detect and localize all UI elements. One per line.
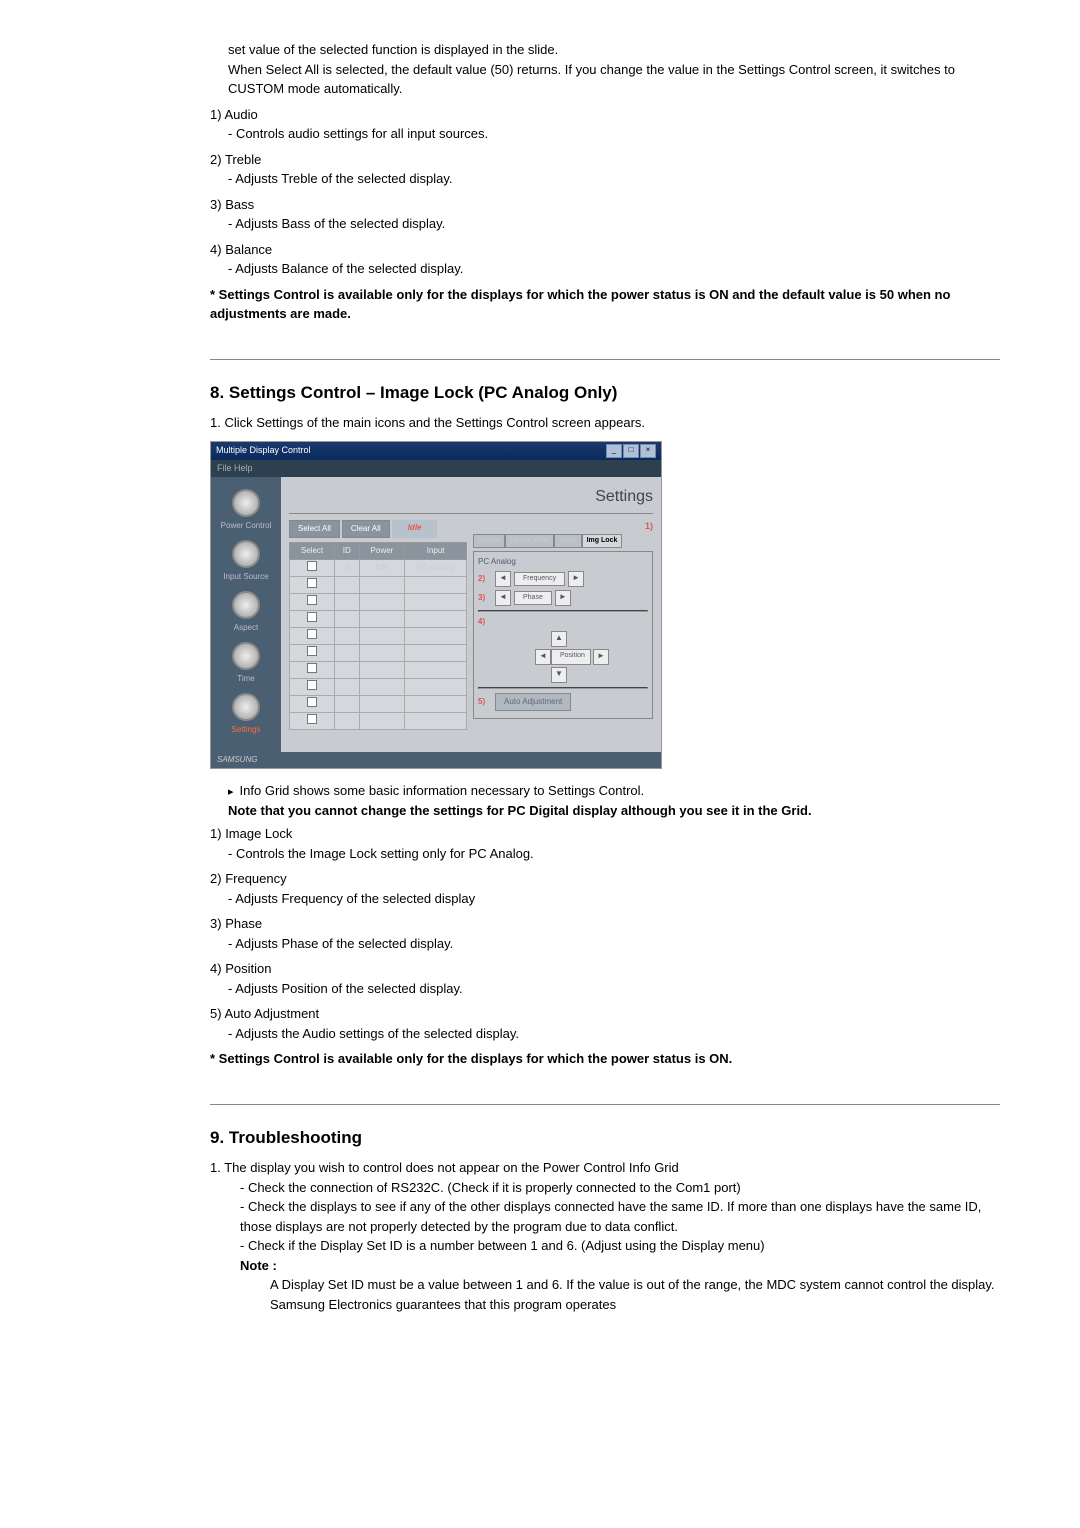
lock-list: 1) Image Lock - Controls the Image Lock … [210, 824, 1000, 1069]
minimize-icon[interactable]: _ [606, 444, 622, 458]
info-bullet-bold: Note that you cannot change the settings… [228, 801, 1000, 821]
settings-header: Settings [289, 485, 653, 514]
aspect-icon[interactable] [232, 591, 260, 619]
audio-note: * Settings Control is available only for… [210, 285, 1000, 324]
table-row [290, 594, 467, 611]
table-row [290, 713, 467, 730]
table-row [290, 628, 467, 645]
nav-input: Input Source [211, 540, 281, 583]
select-all-button[interactable]: Select All [289, 520, 340, 538]
titlebar: Multiple Display Control _ □ × [211, 442, 661, 460]
table-row [290, 679, 467, 696]
brand-footer: SAMSUNG [211, 752, 661, 768]
freq-left-icon[interactable]: ◄ [495, 571, 511, 587]
table-row: 2 ON PC Analog [290, 560, 467, 577]
phase-label: Phase [514, 591, 552, 606]
note-label: Note : [240, 1256, 1000, 1276]
divider [210, 359, 1000, 360]
pos-left-icon[interactable]: ◄ [535, 649, 551, 665]
marker-1: 1) [473, 520, 653, 534]
idle-label: Idle [392, 520, 438, 538]
tabs: Picture Picture RGB Audio Img Lock [473, 534, 653, 549]
power-icon[interactable] [232, 489, 260, 517]
maximize-icon[interactable]: □ [623, 444, 639, 458]
nav-power: Power Control [211, 489, 281, 532]
settings-panel: PC Analog 2) ◄ Frequency ► 3) ◄ Phase [473, 551, 653, 719]
phase-left-icon[interactable]: ◄ [495, 590, 511, 606]
table-row [290, 645, 467, 662]
table-row [290, 696, 467, 713]
section8-intro: 1. Click Settings of the main icons and … [210, 413, 1000, 433]
note-text: A Display Set ID must be a value between… [270, 1275, 1000, 1314]
divider [210, 1104, 1000, 1105]
time-icon[interactable] [232, 642, 260, 670]
tab-img-lock[interactable]: Img Lock [582, 534, 623, 549]
checkbox[interactable] [307, 561, 317, 571]
nav-time: Time [211, 642, 281, 685]
section8-title: 8. Settings Control – Image Lock (PC Ana… [210, 380, 1000, 406]
window-title: Multiple Display Control [216, 444, 311, 458]
intro-line2: When Select All is selected, the default… [228, 60, 1000, 99]
table-row [290, 611, 467, 628]
window-buttons: _ □ × [606, 444, 656, 458]
freq-right-icon[interactable]: ► [568, 571, 584, 587]
check-1: - Check the connection of RS232C. (Check… [240, 1178, 1000, 1198]
panel-label: PC Analog [478, 556, 648, 568]
info-grid: Select ID Power Input 2 ON PC Analog [289, 542, 467, 730]
freq-label: Frequency [514, 572, 565, 587]
close-icon[interactable]: × [640, 444, 656, 458]
intro-text: set value of the selected function is di… [228, 40, 1000, 99]
menubar[interactable]: File Help [211, 460, 661, 478]
nav-aspect: Aspect [211, 591, 281, 634]
pos-up-icon[interactable]: ▲ [551, 631, 567, 647]
pos-label: Position [551, 649, 591, 665]
settings-icon[interactable] [232, 693, 260, 721]
check-2: - Check the displays to see if any of th… [240, 1197, 1000, 1236]
pos-down-icon[interactable]: ▼ [551, 667, 567, 683]
section9-title: 9. Troubleshooting [210, 1125, 1000, 1151]
position-pad: ▲ ◄ Position ► ▼ [494, 631, 648, 683]
tab-picture-rgb[interactable]: Picture RGB [505, 534, 554, 549]
table-row [290, 577, 467, 594]
sidebar: Power Control Input Source Aspect Time S… [211, 477, 281, 752]
nav-settings: Settings [211, 693, 281, 736]
phase-right-icon[interactable]: ► [555, 590, 571, 606]
tab-picture[interactable]: Picture [473, 534, 505, 549]
check-3: - Check if the Display Set ID is a numbe… [240, 1236, 1000, 1256]
input-icon[interactable] [232, 540, 260, 568]
pos-right-icon[interactable]: ► [593, 649, 609, 665]
table-row [290, 662, 467, 679]
clear-all-button[interactable]: Clear All [342, 520, 390, 538]
document-content: set value of the selected function is di… [210, 40, 1000, 1314]
audio-list: 1) Audio - Controls audio settings for a… [210, 105, 1000, 324]
lock-note: * Settings Control is available only for… [210, 1049, 1000, 1069]
auto-adjust-button[interactable]: Auto Adjustment [495, 693, 571, 711]
info-bullet: Info Grid shows some basic information n… [228, 781, 1000, 801]
main-area: Settings Select All Clear All Idle Selec… [281, 477, 661, 752]
intro-line1: set value of the selected function is di… [228, 40, 1000, 60]
tab-audio[interactable]: Audio [554, 534, 582, 549]
section9-intro: 1. The display you wish to control does … [210, 1158, 1000, 1178]
screenshot-mock: Multiple Display Control _ □ × File Help… [210, 441, 662, 770]
